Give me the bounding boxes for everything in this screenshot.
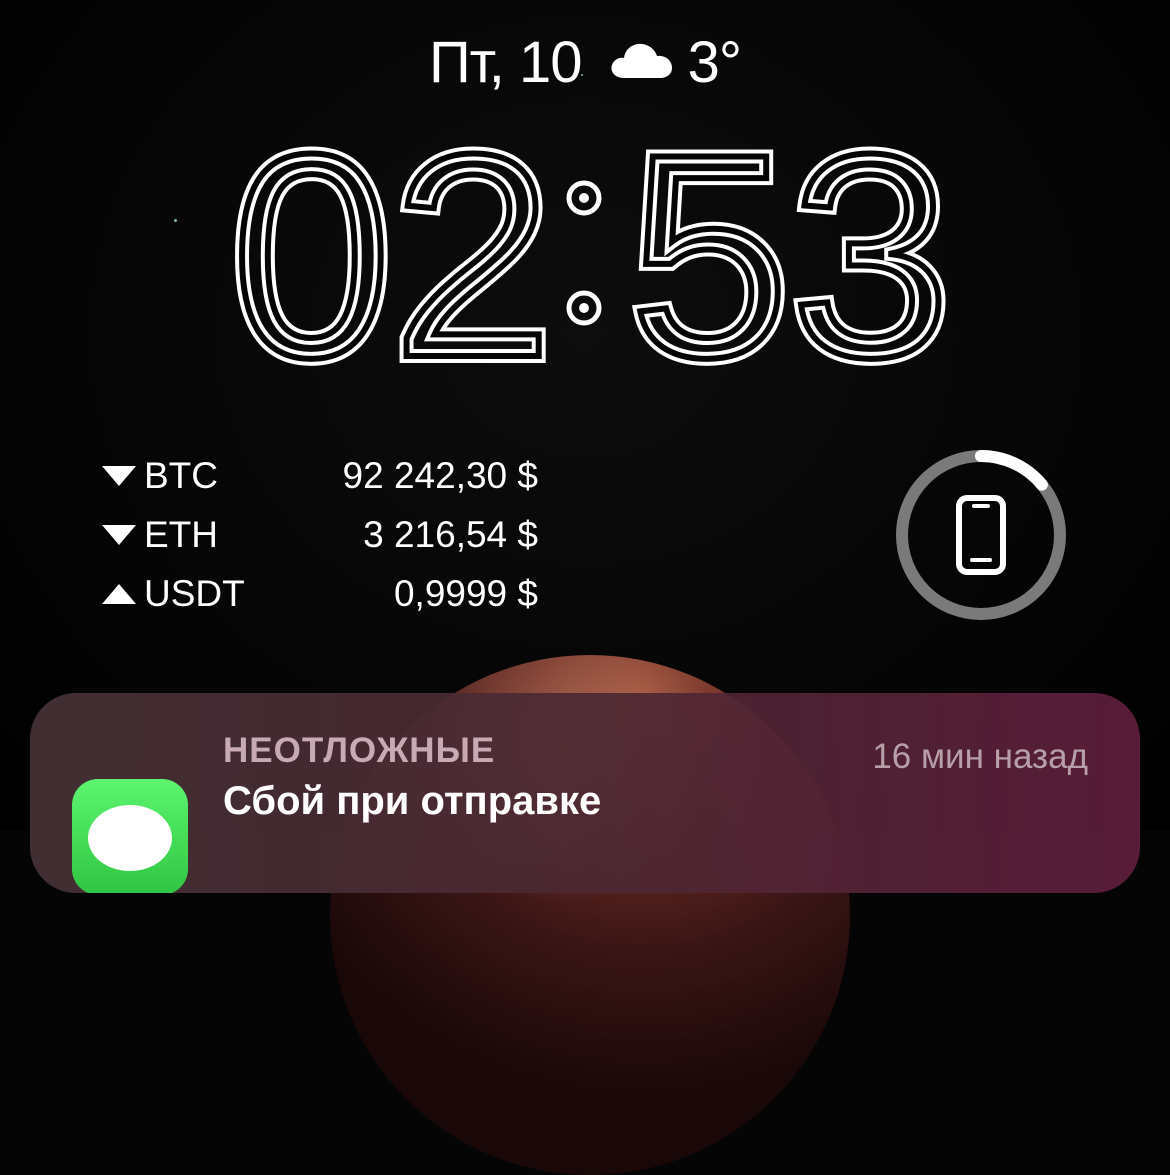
crypto-widget[interactable]: BTC 92 242,30 $ ETH 3 216,54 $ USDT 0,99… bbox=[100, 448, 550, 625]
notification-category: НЕОТЛОЖНЫЕ bbox=[223, 731, 496, 770]
crypto-price: 92 242,30 $ bbox=[342, 455, 538, 496]
trend-down-icon bbox=[102, 525, 136, 545]
clock-minutes-inner: 53 bbox=[629, 128, 952, 378]
clock-separator bbox=[566, 180, 602, 326]
date-label: Пт, 10 bbox=[428, 30, 583, 95]
iphone-icon bbox=[956, 495, 1006, 575]
messages-icon bbox=[72, 779, 188, 893]
trend-up-icon bbox=[102, 584, 136, 604]
date-weather-widget[interactable]: Пт, 10 3° bbox=[0, 28, 1170, 102]
crypto-row-btc: BTC 92 242,30 $ bbox=[100, 448, 550, 507]
crypto-symbol: BTC bbox=[144, 455, 218, 496]
clock-hours-inner: 02 bbox=[231, 128, 554, 378]
battery-widget[interactable] bbox=[892, 446, 1070, 624]
notification-card[interactable]: НЕОТЛОЖНЫЕ 16 мин назад Сбой при отправк… bbox=[30, 693, 1140, 893]
trend-down-icon bbox=[102, 466, 136, 486]
notification-title: Сбой при отправке bbox=[223, 779, 602, 823]
lock-screen-clock[interactable]: 02 02 53 53 bbox=[0, 128, 1170, 378]
crypto-row-eth: ETH 3 216,54 $ bbox=[100, 507, 550, 566]
cloud-icon bbox=[610, 26, 674, 96]
crypto-symbol: ETH bbox=[144, 514, 218, 555]
crypto-price: 0,9999 $ bbox=[393, 573, 538, 614]
crypto-price: 3 216,54 $ bbox=[363, 514, 538, 555]
temperature-label: 3° bbox=[687, 30, 742, 95]
notification-time: 16 мин назад bbox=[872, 737, 1088, 776]
crypto-row-usdt: USDT 0,9999 $ bbox=[100, 566, 550, 625]
crypto-symbol: USDT bbox=[144, 573, 245, 614]
